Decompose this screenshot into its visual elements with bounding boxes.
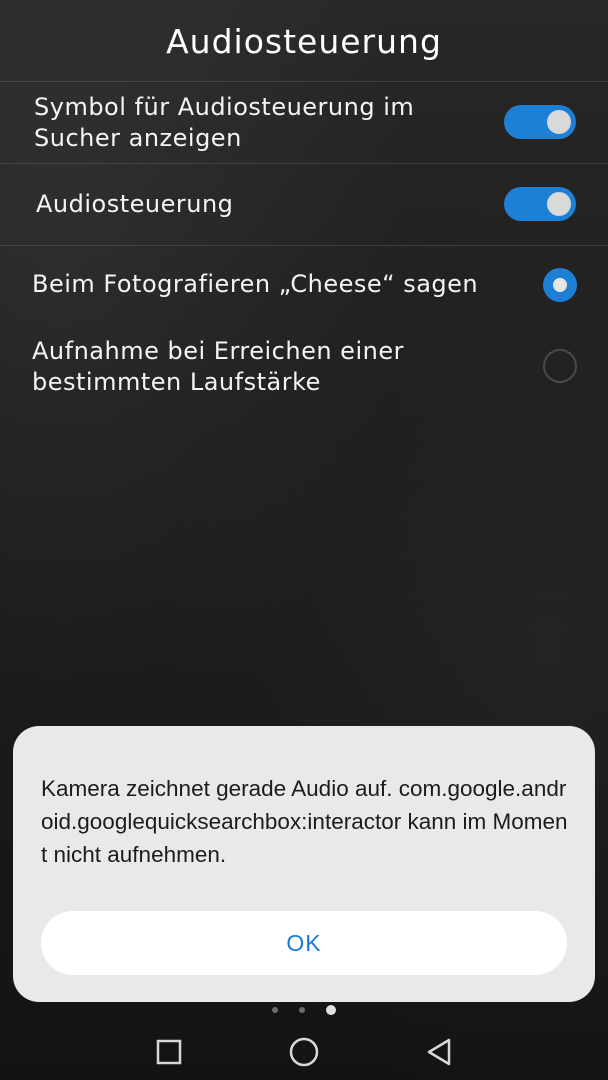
toggle-knob [547,110,571,134]
setting-label: Symbol für Audiosteuerung im Sucher anze… [34,92,414,154]
toggle-knob [547,192,571,216]
setting-label: Beim Fotografieren „Cheese“ sagen [32,270,479,298]
radio-dot [553,278,567,292]
back-button[interactable] [417,1030,461,1074]
navigation-bar [0,1020,608,1080]
square-icon [156,1039,182,1065]
page-indicator [0,1005,608,1015]
setting-row-show-audio-symbol[interactable]: Symbol für Audiosteuerung im Sucher anze… [0,82,608,163]
dialog-message: Kamera zeichnet gerade Audio auf. com.go… [41,776,568,867]
triangle-back-icon [427,1038,451,1066]
label-line: Symbol für Audiosteuerung im [34,93,415,121]
label-line: Aufnahme bei Erreichen einer [32,337,404,365]
label-line: Sucher anzeigen [34,124,242,152]
setting-row-cheese[interactable]: Beim Fotografieren „Cheese“ sagen [0,246,608,326]
page-dot [272,1007,278,1013]
volume-trigger-radio[interactable] [543,349,577,383]
page-dot [299,1007,305,1013]
audio-symbol-toggle[interactable] [504,105,576,139]
page-title: Audiosteuerung [166,21,442,61]
page-dot-active [326,1005,336,1015]
setting-row-volume-trigger[interactable]: Aufnahme bei Erreichen einer bestimmten … [0,326,608,406]
home-button[interactable] [282,1030,326,1074]
recents-button[interactable] [147,1030,191,1074]
circle-icon [289,1037,319,1067]
setting-label: Audiosteuerung [36,190,234,218]
audio-busy-dialog: Kamera zeichnet gerade Audio auf. com.go… [13,726,595,1002]
setting-row-audio-control[interactable]: Audiosteuerung [0,164,608,245]
label-line: bestimmten Laufstärke [32,368,321,396]
setting-label: Aufnahme bei Erreichen einer bestimmten … [32,336,404,398]
audio-control-toggle[interactable] [504,187,576,221]
cheese-radio[interactable] [543,268,577,302]
ok-button[interactable]: OK [41,911,567,975]
